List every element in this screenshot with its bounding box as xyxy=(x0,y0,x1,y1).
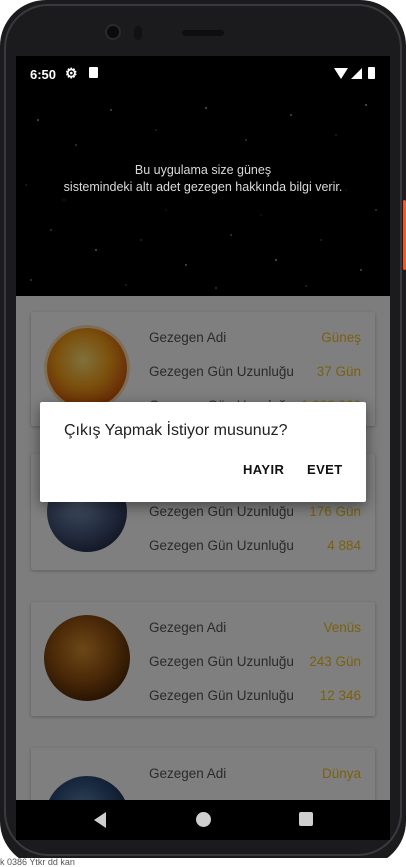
status-bar: 6:50 ⚙ xyxy=(16,56,390,90)
status-time: 6:50 xyxy=(30,67,57,82)
earpiece-speaker xyxy=(182,30,224,36)
description-line-1: Bu uygulama size güneş xyxy=(134,163,272,177)
sd-card-icon xyxy=(89,67,98,78)
nav-back-icon[interactable] xyxy=(94,812,106,828)
no-button[interactable]: HAYIR xyxy=(243,462,284,477)
nav-recents-icon[interactable] xyxy=(299,812,313,826)
cell-signal-icon xyxy=(351,68,362,79)
header-banner: Bu uygulama size güneş sistemindeki altı… xyxy=(16,90,390,296)
yes-button[interactable]: EVET xyxy=(307,462,343,477)
dialog-scrim[interactable] xyxy=(16,296,390,800)
phone-frame: 6:50 ⚙ Bu uygulama size güneş sisteminde… xyxy=(0,0,406,867)
nav-home-icon[interactable] xyxy=(196,812,211,827)
dialog-title: Çıkış Yapmak İstiyor musunuz? xyxy=(64,422,288,439)
exit-confirm-dialog: Çıkış Yapmak İstiyor musunuz? HAYIR EVET xyxy=(40,402,366,502)
wifi-icon xyxy=(334,68,348,79)
front-camera xyxy=(105,24,121,40)
app-description: Bu uygulama size güneş sistemindeki altı… xyxy=(16,162,390,196)
screen: 6:50 ⚙ Bu uygulama size güneş sisteminde… xyxy=(16,56,390,800)
proximity-sensor xyxy=(134,26,142,40)
navigation-bar xyxy=(16,800,390,840)
battery-icon xyxy=(368,67,375,79)
description-line-2: sistemindeki altı adet gezegen hakkında … xyxy=(63,180,343,194)
settings-gear-icon: ⚙ xyxy=(65,65,78,81)
bottom-cropped-text: k 0386 Ytkr dd kan xyxy=(0,858,406,867)
